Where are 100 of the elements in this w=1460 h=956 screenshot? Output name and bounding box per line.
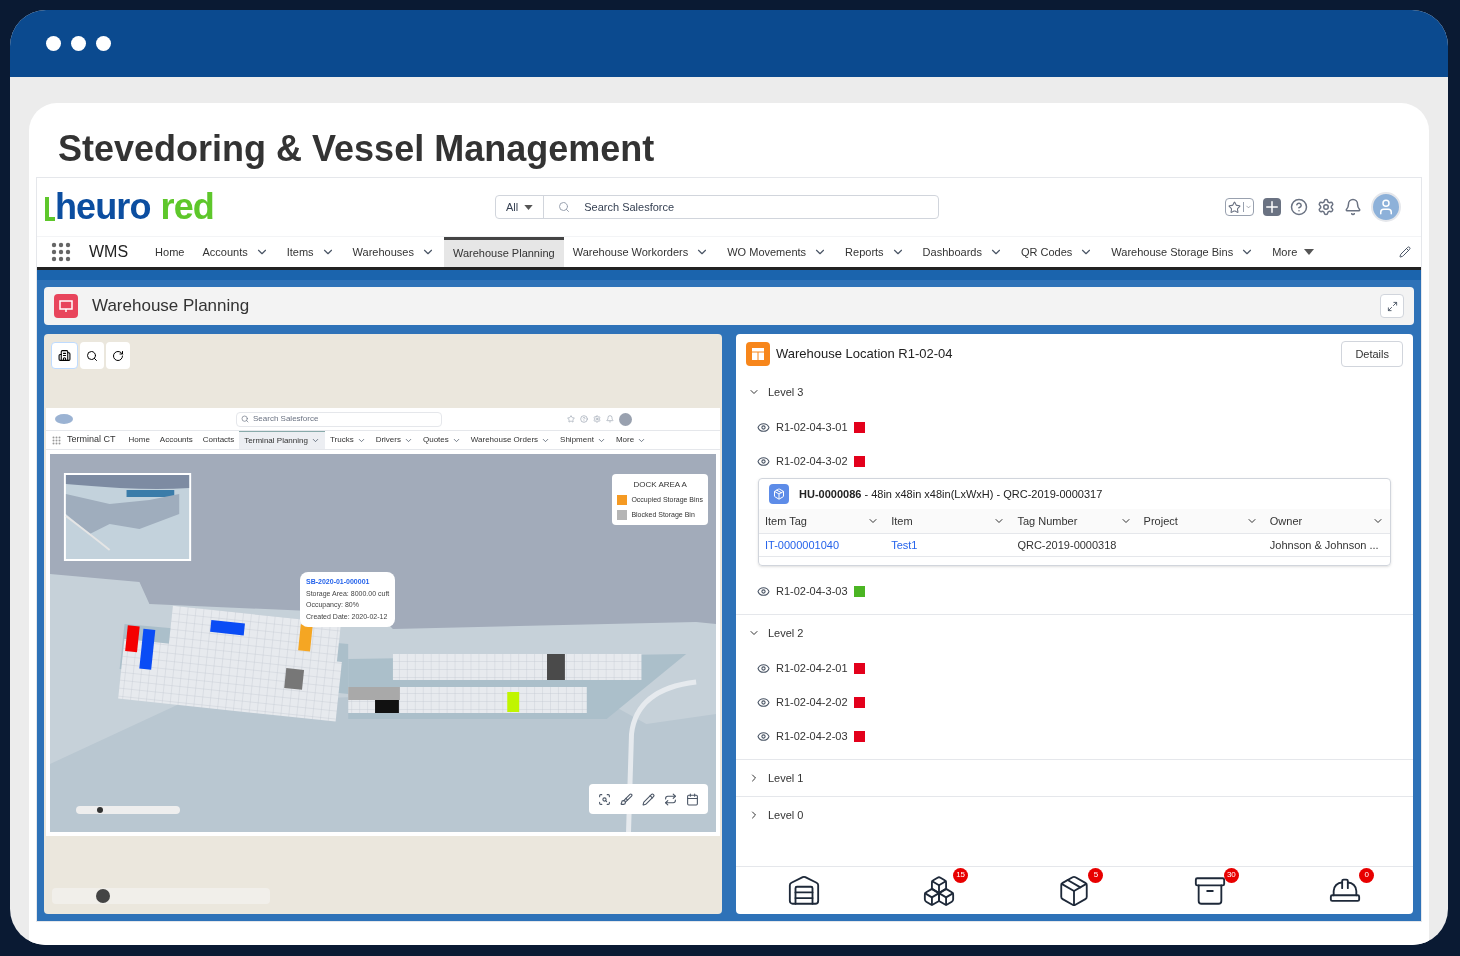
- search-field[interactable]: All Search Salesforce: [495, 195, 939, 219]
- add-icon[interactable]: [1263, 198, 1281, 216]
- level-toggle[interactable]: Level 0: [736, 797, 1413, 833]
- caret-icon: [1304, 249, 1315, 255]
- search-icon: [558, 201, 571, 213]
- settings-icon[interactable]: [1317, 198, 1335, 216]
- nav-tab[interactable]: More: [610, 431, 652, 449]
- app-name: WMS: [89, 242, 129, 262]
- scope-dropdown[interactable]: All: [496, 196, 545, 218]
- location-code[interactable]: R1-02-04-3-03: [776, 582, 848, 600]
- table-cell-text: QRC-2019-0000318: [1016, 538, 1118, 553]
- panel-title: Warehouse Location R1-02-04: [776, 345, 953, 364]
- expand-icon: [1386, 300, 1398, 312]
- expand-button[interactable]: [1380, 294, 1404, 318]
- nav-tab[interactable]: Contacts: [197, 431, 240, 449]
- eye-icon[interactable]: [757, 695, 770, 709]
- refresh-button[interactable]: [106, 342, 130, 369]
- location-icon: [746, 342, 770, 366]
- count-badge: 30: [1223, 867, 1239, 883]
- nav-tab[interactable]: Shipment: [555, 431, 611, 449]
- nav-tab[interactable]: Warehouse Planning: [443, 237, 564, 267]
- brush-icon[interactable]: [620, 792, 633, 806]
- person-icon: [1377, 198, 1395, 216]
- nav-tab[interactable]: Warehouses: [343, 237, 444, 267]
- help-icon[interactable]: [1290, 198, 1308, 216]
- nav-tab[interactable]: Warehouse Storage Bins: [1102, 237, 1264, 267]
- location-code[interactable]: R1-02-04-3-02: [776, 452, 848, 470]
- nav-tab[interactable]: Warehouse Workorders: [563, 237, 719, 267]
- column-header[interactable]: Project: [1137, 509, 1264, 533]
- cloud-logo-icon: [54, 413, 74, 425]
- column-header[interactable]: Owner: [1263, 509, 1390, 533]
- table-link[interactable]: Test1: [885, 534, 1012, 556]
- nav-tab[interactable]: Terminal Planning: [239, 431, 325, 449]
- nav-tab[interactable]: Home: [123, 431, 155, 449]
- nav-tab[interactable]: More: [1263, 237, 1324, 267]
- bell-icon[interactable]: [1344, 198, 1362, 216]
- app-name: Terminal CT: [67, 433, 116, 447]
- refresh-icon: [112, 349, 124, 362]
- eye-icon[interactable]: [757, 420, 770, 434]
- stacked-boxes-icon[interactable]: [922, 873, 957, 908]
- eye-icon[interactable]: [757, 454, 770, 468]
- monitor-icon: [54, 294, 78, 318]
- level-toggle[interactable]: Level 3: [736, 374, 1413, 410]
- level-toggle[interactable]: Level 1: [736, 760, 1413, 796]
- search-input[interactable]: Search Salesforce: [584, 198, 938, 216]
- swap-icon[interactable]: [664, 792, 677, 806]
- page-title: Stevedoring & Vessel Management: [57, 127, 656, 171]
- search-button[interactable]: [80, 342, 104, 369]
- app-launcher-icon[interactable]: [52, 435, 61, 445]
- search-icon: [241, 415, 249, 423]
- location-code[interactable]: R1-02-04-2-02: [776, 693, 848, 711]
- slider-thumb[interactable]: [95, 889, 110, 903]
- details-button[interactable]: Details: [1341, 341, 1403, 367]
- nav-tab[interactable]: Accounts: [154, 431, 198, 449]
- location-code[interactable]: R1-02-04-2-01: [776, 659, 848, 677]
- nav-tab[interactable]: Drivers: [370, 431, 418, 449]
- eye-icon[interactable]: [757, 661, 770, 675]
- handling-unit-title: HU-0000086 - 48in x48in x48in(LxWxH) - QRC-2019-0000317: [799, 486, 1103, 502]
- level-toggle[interactable]: Level 2: [736, 615, 1413, 651]
- app-launcher-icon[interactable]: [51, 242, 71, 262]
- caret-icon: [524, 204, 534, 210]
- nav-tab[interactable]: Accounts: [193, 237, 278, 267]
- map-slider-track[interactable]: [76, 806, 180, 814]
- column-header[interactable]: Item: [885, 509, 1012, 533]
- location-code[interactable]: R1-02-04-3-01: [776, 418, 848, 436]
- warehouse-icon[interactable]: [786, 873, 821, 908]
- edit-icon[interactable]: [1399, 246, 1411, 258]
- eye-icon[interactable]: [757, 584, 770, 598]
- chevron-down-icon: [1243, 202, 1253, 212]
- cube-icon: [769, 484, 789, 504]
- nav-tab[interactable]: QR Codes: [1011, 237, 1103, 267]
- nav-tab[interactable]: Reports: [836, 237, 914, 267]
- calendar-icon[interactable]: [686, 792, 699, 806]
- nav-tab[interactable]: Quotes: [418, 431, 466, 449]
- count-badge: 5: [1088, 867, 1104, 883]
- page-heading: Warehouse Planning: [92, 295, 250, 318]
- building-tool-button[interactable]: [51, 342, 78, 369]
- pencil-icon[interactable]: [642, 792, 655, 806]
- building-icon: [58, 349, 71, 362]
- slider-thumb[interactable]: [96, 807, 103, 813]
- nav-tab[interactable]: Items: [277, 237, 344, 267]
- nav-tab[interactable]: Trucks: [324, 431, 371, 449]
- star-icon[interactable]: [567, 415, 575, 423]
- logo-text: red: [160, 189, 214, 225]
- favorites-button[interactable]: [1225, 198, 1254, 216]
- table-link[interactable]: IT-0000001040: [759, 534, 886, 556]
- scan-search-icon[interactable]: [598, 792, 611, 806]
- nav-tab[interactable]: Home: [146, 237, 194, 267]
- column-header[interactable]: Item Tag: [759, 509, 886, 533]
- nav-tab[interactable]: Warehouse Orders: [465, 431, 556, 449]
- column-header[interactable]: Tag Number: [1011, 509, 1138, 533]
- search-icon: [86, 349, 98, 362]
- search-field[interactable]: Search Salesforce: [236, 411, 442, 427]
- eye-icon[interactable]: [757, 729, 770, 743]
- zoom-slider-track[interactable]: [52, 888, 270, 904]
- nav-tab[interactable]: Dashboards: [913, 237, 1012, 267]
- location-code[interactable]: R1-02-04-2-03: [776, 727, 848, 745]
- star-icon: [1228, 200, 1241, 214]
- user-avatar[interactable]: [619, 412, 632, 426]
- nav-tab[interactable]: WO Movements: [718, 237, 837, 267]
